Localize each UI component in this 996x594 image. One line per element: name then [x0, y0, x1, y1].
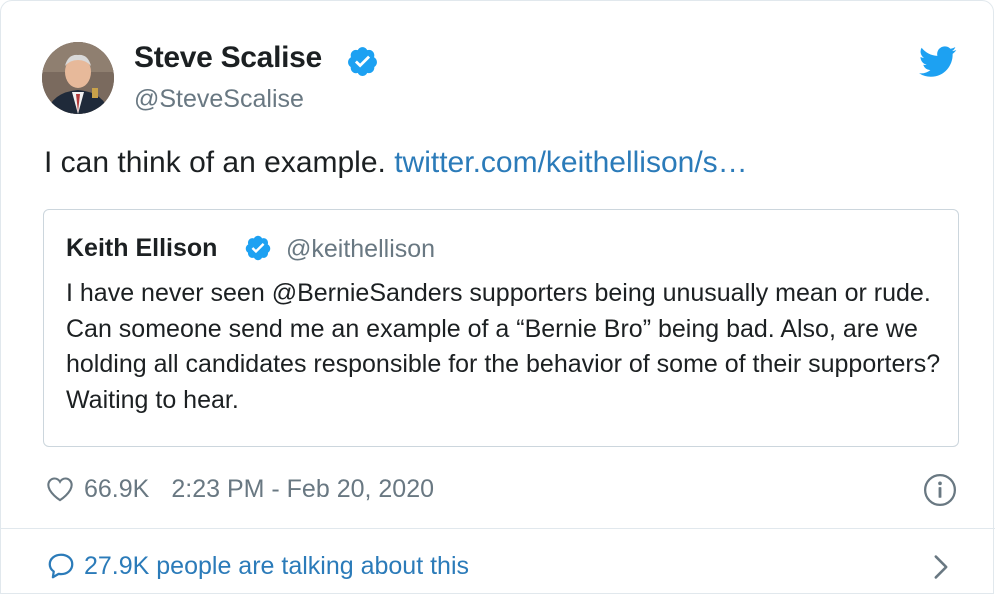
verified-badge-icon — [348, 47, 377, 76]
tweet-timestamp[interactable]: 2:23 PM - Feb 20, 2020 — [171, 475, 434, 504]
quoted-author-name: Keith Ellison — [66, 234, 218, 262]
tweet-link[interactable]: twitter.com/keithellison/s… — [394, 146, 747, 179]
like-count[interactable]: 66.9K — [84, 475, 149, 504]
quoted-tweet[interactable]: Keith Ellison @keithellison I have never… — [43, 209, 959, 447]
quoted-tweet-text: I have never seen @BernieSanders support… — [66, 279, 941, 414]
author-name[interactable]: Steve Scalise — [134, 41, 322, 75]
heart-icon[interactable] — [46, 476, 74, 502]
info-icon[interactable] — [923, 473, 957, 507]
conversation-link[interactable]: 27.9K people are talking about this — [46, 551, 469, 581]
tweet-body: I can think of an example. — [44, 146, 386, 179]
divider — [1, 528, 995, 529]
tweet-text: I can think of an example. twitter.com/k… — [44, 146, 748, 180]
tweet-meta: 66.9K 2:23 PM - Feb 20, 2020 — [46, 473, 434, 505]
tweet-card: Steve Scalise @SteveScalise I can think … — [0, 0, 995, 594]
avatar-image — [42, 42, 114, 114]
twitter-bird-icon[interactable] — [919, 46, 957, 78]
chevron-right-icon[interactable] — [931, 554, 951, 580]
author-handle[interactable]: @SteveScalise — [134, 85, 304, 114]
quoted-author-handle: @keithellison — [286, 235, 436, 263]
conversation-count[interactable]: 27.9K people are talking about this — [84, 552, 469, 581]
speech-bubble-icon — [48, 553, 74, 579]
avatar[interactable] — [42, 42, 114, 114]
verified-badge-icon — [245, 235, 271, 261]
